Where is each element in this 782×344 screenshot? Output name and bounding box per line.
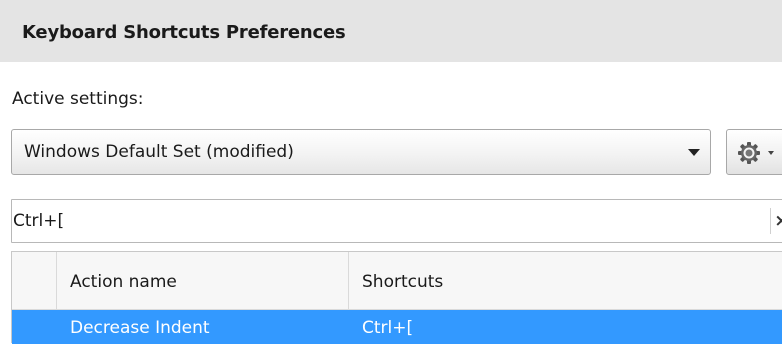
- keymap-select[interactable]: Windows Default Set (modified): [11, 129, 711, 175]
- keymap-select-value: Windows Default Set (modified): [24, 142, 294, 162]
- table-row[interactable]: Decrease Indent Ctrl+[: [12, 310, 782, 344]
- action-name-cell: Decrease Indent: [57, 310, 349, 344]
- shortcuts-table: Action name Shortcuts Decrease Indent Ct…: [11, 251, 782, 344]
- preferences-header: Keyboard Shortcuts Preferences: [0, 0, 782, 62]
- gear-caret-icon: [768, 151, 774, 155]
- action-name-text: Decrease Indent: [70, 318, 210, 338]
- close-icon[interactable]: ×: [770, 208, 782, 234]
- column-header-action-label: Action name: [70, 272, 177, 292]
- column-header-shortcuts[interactable]: Shortcuts: [349, 252, 782, 310]
- column-header-shortcuts-label: Shortcuts: [362, 272, 444, 292]
- search-input-value: Ctrl+[: [13, 211, 65, 231]
- active-settings-label: Active settings:: [12, 89, 144, 109]
- gear-icon: [738, 142, 760, 164]
- page-title: Keyboard Shortcuts Preferences: [22, 22, 346, 43]
- column-header-action-name[interactable]: Action name: [57, 252, 349, 310]
- shortcut-text: Ctrl+[: [362, 318, 414, 338]
- settings-gear-button[interactable]: [726, 129, 782, 175]
- chevron-down-icon: [688, 149, 700, 156]
- shortcut-cell: Ctrl+[: [349, 310, 782, 344]
- table-header: Action name Shortcuts: [12, 252, 782, 310]
- shortcut-search-input[interactable]: Ctrl+[ ×: [11, 199, 782, 243]
- column-header-marker[interactable]: [12, 252, 57, 310]
